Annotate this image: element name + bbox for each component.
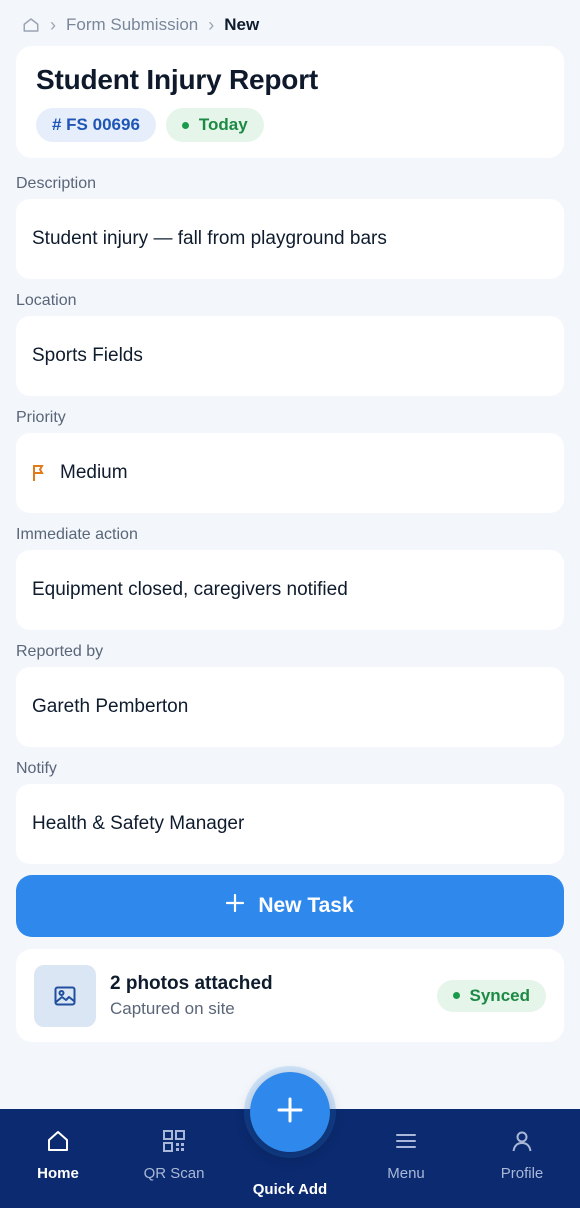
- location-label: Location: [16, 292, 77, 309]
- priority-label: Priority: [16, 409, 66, 426]
- immediate-action-value: Equipment closed, caregivers notified: [32, 579, 348, 600]
- status-dot: [181, 121, 189, 129]
- date-badge-label: Today: [198, 115, 248, 134]
- home-icon: [46, 1129, 70, 1157]
- image-icon: [34, 964, 96, 1027]
- nav-menu[interactable]: Menu: [348, 1109, 464, 1208]
- photos-card[interactable]: 2 photos attached Captured on site Synce…: [16, 949, 564, 1042]
- photos-subtitle: Captured on site: [110, 998, 235, 1018]
- photos-title: 2 photos attached: [110, 972, 273, 994]
- notify-field[interactable]: Health & Safety Manager: [16, 784, 564, 864]
- nav-home-label: Home: [37, 1165, 79, 1182]
- immediate-action-field[interactable]: Equipment closed, caregivers notified: [16, 550, 564, 630]
- status-dot: [452, 992, 460, 999]
- description-field[interactable]: Student injury — fall from playground ba…: [16, 199, 564, 279]
- quick-add-button[interactable]: [250, 1072, 330, 1152]
- chevron-right-icon: ›: [208, 14, 215, 35]
- quick-add-label: Quick Add: [252, 1181, 328, 1198]
- breadcrumb: › Form Submission › New: [22, 14, 259, 36]
- page-title: Student Injury Report: [36, 64, 319, 95]
- priority-field[interactable]: Medium: [16, 433, 564, 513]
- menu-icon: [394, 1129, 418, 1157]
- notify-label: Notify: [16, 760, 57, 777]
- nav-profile-label: Profile: [500, 1165, 544, 1182]
- user-icon: [510, 1129, 534, 1157]
- new-task-button[interactable]: New Task: [16, 875, 564, 937]
- location-value: Sports Fields: [32, 345, 143, 366]
- flag-icon: [32, 464, 46, 482]
- nav-qr-scan-label: QR Scan: [143, 1165, 205, 1182]
- synced-label: Synced: [469, 985, 530, 1005]
- reported-by-label: Reported by: [16, 643, 104, 660]
- qr-code-icon: [162, 1129, 186, 1157]
- new-task-label: New Task: [258, 894, 354, 917]
- plus-icon: [226, 893, 245, 918]
- location-field[interactable]: Sports Fields: [16, 316, 564, 396]
- immediate-action-label: Immediate action: [16, 526, 138, 543]
- form-id-badge: # FS 00696: [36, 108, 156, 142]
- breadcrumb-parent[interactable]: Form Submission: [66, 15, 198, 35]
- reported-by-field[interactable]: Gareth Pemberton: [16, 667, 564, 747]
- plus-icon: [277, 1097, 303, 1128]
- date-badge: Today: [165, 108, 264, 142]
- reported-by-value: Gareth Pemberton: [32, 696, 189, 717]
- notify-value: Health & Safety Manager: [32, 813, 245, 834]
- breadcrumb-current: New: [224, 15, 260, 34]
- priority-value: Medium: [60, 462, 128, 483]
- header-card: Student Injury Report # FS 00696 Today: [16, 46, 564, 158]
- nav-qr-scan[interactable]: QR Scan: [116, 1109, 232, 1208]
- nav-menu-label: Menu: [387, 1165, 425, 1182]
- chevron-right-icon: ›: [50, 14, 56, 35]
- description-value: Student injury — fall from playground ba…: [32, 228, 387, 249]
- synced-badge: Synced: [436, 979, 546, 1012]
- home-icon[interactable]: [22, 16, 40, 34]
- nav-profile[interactable]: Profile: [464, 1109, 580, 1208]
- nav-home[interactable]: Home: [0, 1109, 116, 1208]
- description-label: Description: [16, 175, 97, 192]
